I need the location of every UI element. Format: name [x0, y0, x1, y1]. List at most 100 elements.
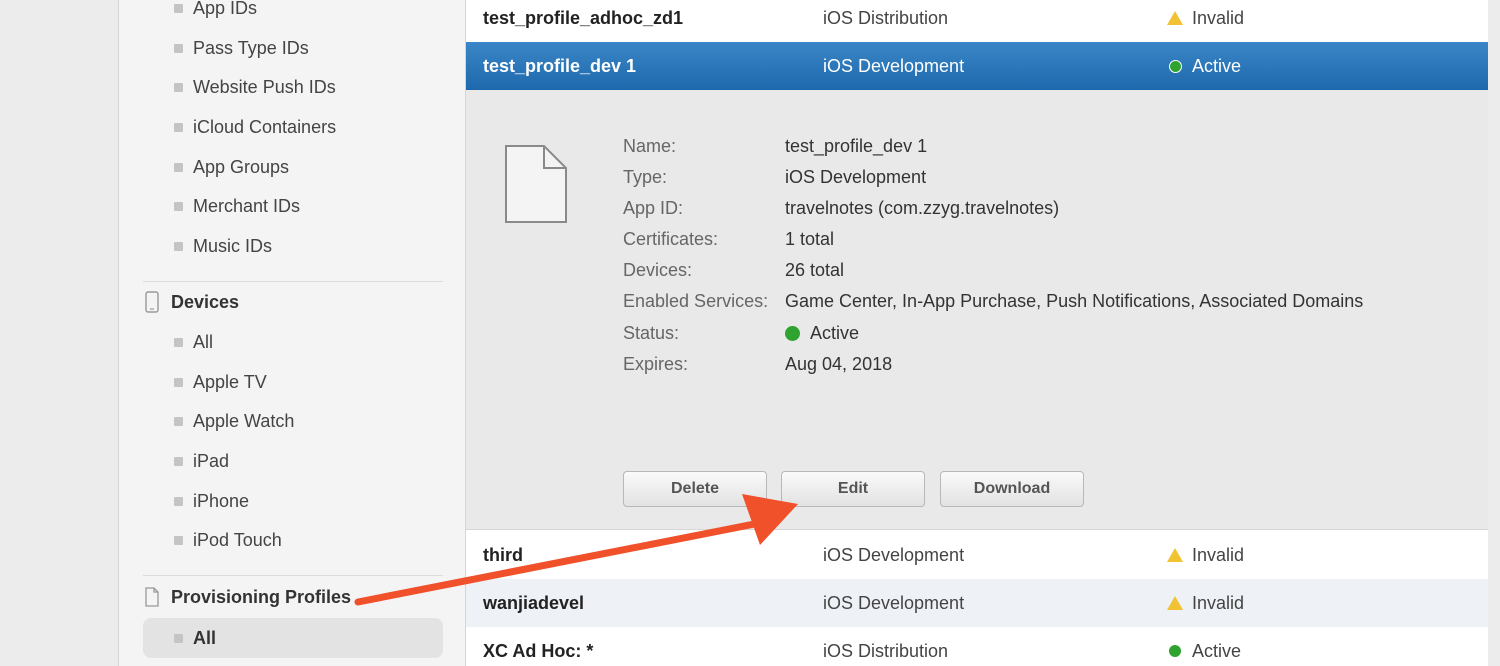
sidebar-item-label: Apple TV — [193, 371, 267, 392]
table-row[interactable]: XC Ad Hoc: * iOS Distribution Active — [466, 627, 1488, 666]
profile-status: Active — [1166, 641, 1241, 662]
profile-status: Invalid — [1166, 545, 1244, 566]
profile-name: test_profile_dev 1 — [483, 55, 637, 76]
download-button[interactable]: Download — [940, 471, 1084, 507]
bullet-icon — [174, 633, 183, 643]
sidebar-item-apple-watch[interactable]: Apple Watch — [143, 401, 443, 441]
detail-certificates: Certificates: 1 total — [623, 225, 834, 253]
status-label: Invalid — [1192, 7, 1245, 28]
bullet-icon — [174, 82, 183, 92]
field-value: 26 total — [785, 259, 845, 280]
sidebar-item-label: App Groups — [193, 156, 290, 177]
green-dot-icon — [1166, 645, 1184, 657]
field-label: Type: — [623, 166, 668, 187]
warning-icon — [1166, 11, 1184, 25]
table-row-selected[interactable]: test_profile_dev 1 iOS Development Activ… — [466, 42, 1488, 90]
detail-status: Status: Active — [623, 319, 859, 347]
status-label: Invalid — [1192, 544, 1245, 565]
sidebar-item-pass-type-ids[interactable]: Pass Type IDs — [143, 28, 443, 68]
sidebar-item-app-groups[interactable]: App Groups — [143, 147, 443, 187]
bullet-icon — [174, 162, 183, 172]
green-dot-icon — [785, 325, 800, 341]
table-row[interactable]: wanjiadevel iOS Development Invalid — [466, 579, 1488, 627]
profile-type: iOS Development — [823, 55, 965, 76]
bullet-icon — [174, 122, 183, 132]
profile-name: XC Ad Hoc: * — [483, 640, 594, 661]
profile-type: iOS Distribution — [823, 7, 949, 28]
profile-type: iOS Development — [823, 592, 965, 613]
sidebar-item-app-ids[interactable]: App IDs — [143, 0, 443, 28]
field-label: App ID: — [623, 197, 684, 218]
sidebar-divider — [143, 575, 443, 576]
bullet-icon — [174, 416, 183, 426]
field-value: test_profile_dev 1 — [785, 135, 928, 156]
profile-type: iOS Development — [823, 544, 965, 565]
status-label: Invalid — [1192, 592, 1245, 613]
field-label: Name: — [623, 135, 677, 156]
sidebar-item-merchant-ids[interactable]: Merchant IDs — [143, 186, 443, 226]
bullet-icon — [174, 535, 183, 545]
field-value: iOS Development — [785, 166, 927, 187]
detail-app-id: App ID: travelnotes (com.zzyg.travelnotes… — [623, 194, 1059, 222]
bullet-icon — [174, 3, 183, 13]
detail-enabled-services: Enabled Services: Game Center, In-App Pur… — [623, 287, 1363, 315]
sidebar-item-label: Merchant IDs — [193, 195, 301, 216]
profile-detail-panel: Name: test_profile_dev 1 Type: iOS Develop… — [466, 90, 1488, 530]
sidebar-item-label: App IDs — [193, 0, 258, 18]
bullet-icon — [174, 241, 183, 251]
sidebar-item-music-ids[interactable]: Music IDs — [143, 226, 443, 266]
table-row[interactable]: test_profile_adhoc_zd1 iOS Distribution … — [466, 0, 1488, 42]
sidebar-item-label: iPod Touch — [193, 529, 282, 550]
delete-button[interactable]: Delete — [623, 471, 767, 507]
field-value: Aug 04, 2018 — [785, 353, 893, 374]
detail-devices: Devices: 26 total — [623, 256, 844, 284]
field-value: Active — [785, 323, 859, 344]
field-label: Certificates: — [623, 228, 719, 249]
profile-name: wanjiadevel — [483, 592, 585, 613]
sidebar-item-ipod-touch[interactable]: iPod Touch — [143, 520, 443, 560]
bullet-icon — [174, 201, 183, 211]
sidebar-item-iphone[interactable]: iPhone — [143, 481, 443, 521]
bullet-icon — [174, 377, 183, 387]
sidebar-item-icloud-containers[interactable]: iCloud Containers — [143, 107, 443, 147]
status-label: Active — [1192, 640, 1242, 661]
sidebar: App IDs Pass Type IDs Website Push IDs i… — [118, 0, 466, 666]
field-label: Expires: — [623, 353, 689, 374]
sidebar-section-provisioning-profiles[interactable]: Provisioning Profiles — [143, 577, 443, 617]
field-value: 1 total — [785, 228, 835, 249]
sidebar-item-label: All — [193, 627, 217, 648]
sidebar-item-profiles-all[interactable]: All — [143, 618, 443, 658]
edit-button[interactable]: Edit — [781, 471, 925, 507]
sidebar-item-website-push-ids[interactable]: Website Push IDs — [143, 67, 443, 107]
warning-icon — [1166, 548, 1184, 562]
table-row[interactable]: third iOS Development Invalid — [466, 531, 1488, 579]
profile-status: Invalid — [1166, 8, 1244, 29]
profile-status: Active — [1166, 56, 1241, 77]
document-icon — [504, 144, 568, 229]
sidebar-item-label: Music IDs — [193, 235, 273, 256]
bullet-icon — [174, 337, 183, 347]
profile-name: test_profile_adhoc_zd1 — [483, 7, 684, 28]
sidebar-item-ipad[interactable]: iPad — [143, 441, 443, 481]
sidebar-item-label: All — [193, 331, 214, 352]
status-label: Active — [1192, 55, 1242, 76]
sidebar-item-label: Website Push IDs — [193, 76, 336, 97]
sidebar-section-devices[interactable]: Devices — [143, 282, 443, 322]
profile-status: Invalid — [1166, 593, 1244, 614]
section-title: Devices — [171, 291, 240, 312]
warning-icon — [1166, 596, 1184, 610]
sidebar-item-label: Apple Watch — [193, 410, 295, 431]
sidebar-item-label: iPhone — [193, 490, 250, 511]
field-label: Devices: — [623, 259, 693, 280]
document-icon — [143, 587, 161, 607]
field-value: Game Center, In-App Purchase, Push Notif… — [785, 290, 1364, 311]
profile-type: iOS Distribution — [823, 640, 949, 661]
profiles-list: test_profile_adhoc_zd1 iOS Distribution … — [466, 0, 1488, 666]
section-title: Provisioning Profiles — [171, 586, 352, 607]
green-dot-icon — [1166, 60, 1184, 72]
sidebar-item-apple-tv[interactable]: Apple TV — [143, 362, 443, 402]
sidebar-item-devices-all[interactable]: All — [143, 322, 443, 362]
profile-name: third — [483, 544, 523, 565]
field-label: Status: — [623, 322, 680, 343]
sidebar-item-label: iCloud Containers — [193, 116, 337, 137]
